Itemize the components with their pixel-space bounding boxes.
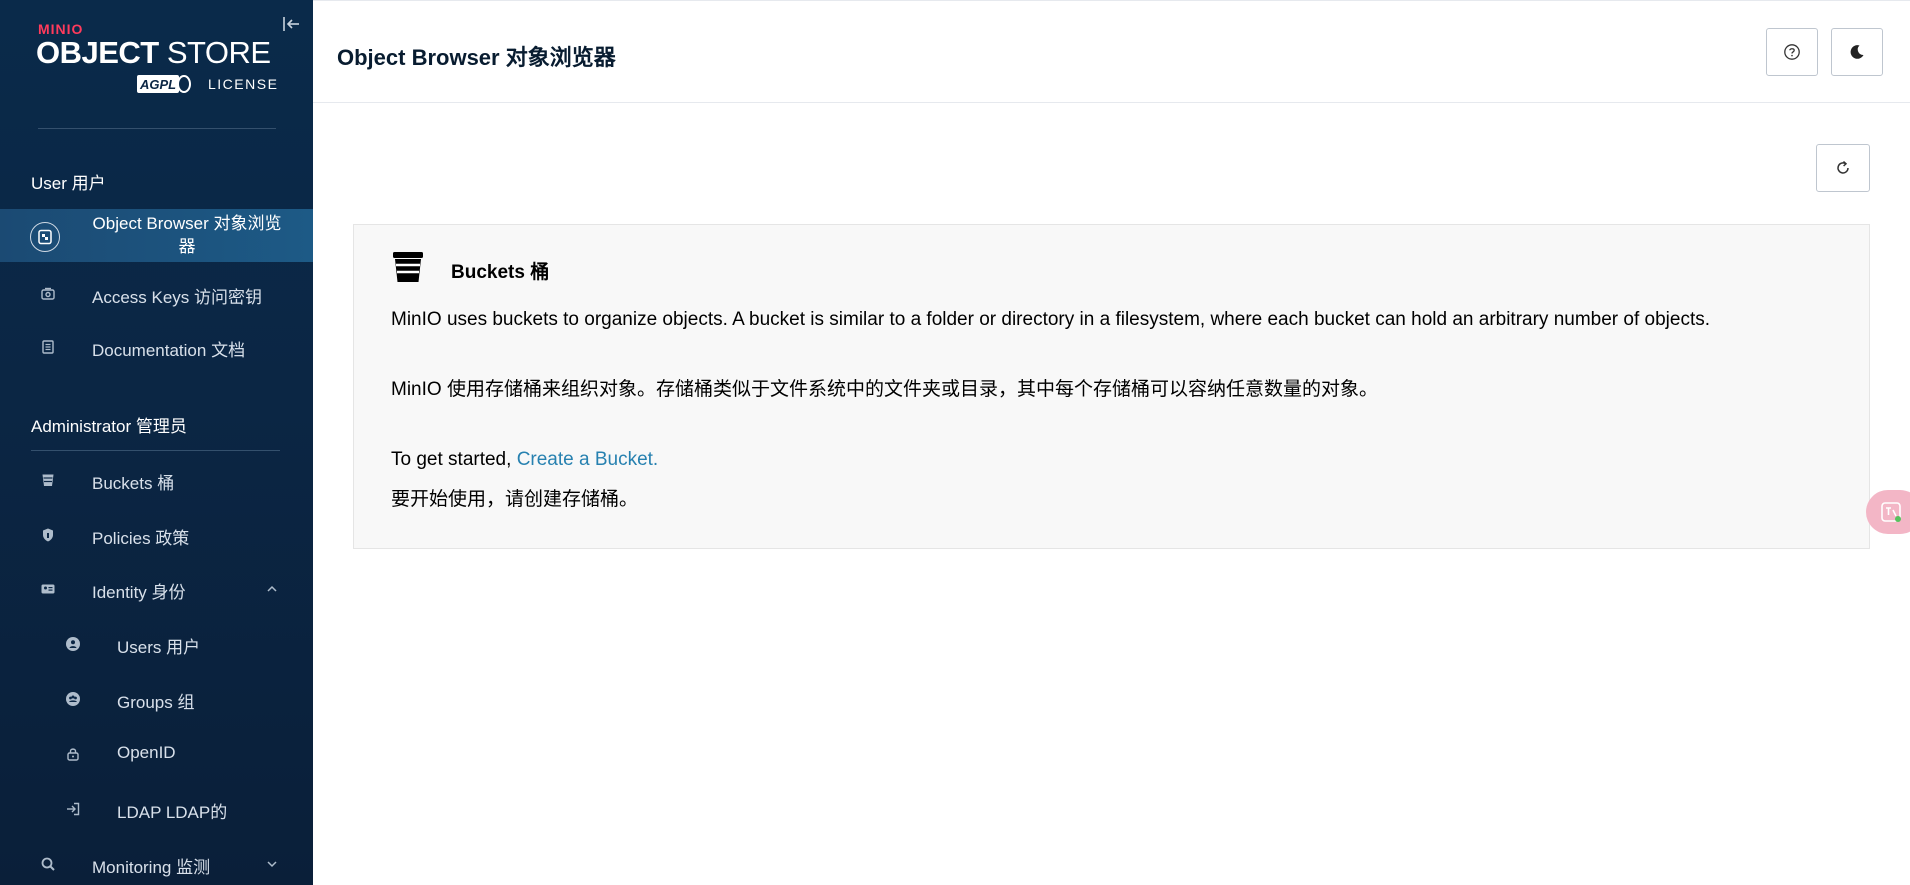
- theme-toggle-button[interactable]: [1831, 28, 1883, 76]
- moon-icon: [1850, 45, 1864, 59]
- identity-card-icon: [36, 577, 60, 601]
- openid-lock-icon: [61, 742, 85, 766]
- card-description-en: MinIO uses buckets to organize objects. …: [391, 309, 1711, 330]
- sidebar-item-identity[interactable]: Identity 身份: [0, 572, 313, 606]
- help-circle-icon: [1784, 44, 1800, 60]
- buckets-info-card: Buckets 桶 MinIO uses buckets to organize…: [353, 224, 1870, 549]
- logo-brand-main: OBJECT STORE: [36, 37, 271, 68]
- bucket-icon: [391, 250, 425, 284]
- sidebar-item-label: Users 用户: [117, 638, 201, 657]
- page-title: Object Browser 对象浏览器: [337, 45, 616, 70]
- app-window: MINIO OBJECT STORE AGPL LICENSE User 用户 …: [0, 0, 1910, 885]
- get-started-line: To get started, Create a Bucket.: [391, 445, 658, 475]
- get-started-prefix: To get started,: [391, 449, 517, 470]
- access-keys-icon: [36, 282, 60, 306]
- sidebar-item-label: Policies 政策: [92, 529, 190, 548]
- admin-section-title: Administrator 管理员: [31, 417, 187, 436]
- sidebar-item-label: Groups 组: [117, 693, 195, 712]
- sidebar-item-label: Access Keys 访问密钥: [92, 288, 263, 307]
- help-button[interactable]: [1766, 28, 1818, 76]
- card-description-zh: MinIO 使用存储桶来组织对象。存储桶类似于文件系统中的文件夹或目录，其中每个…: [391, 379, 1378, 400]
- ldap-login-icon: [61, 797, 85, 821]
- sidebar-item-access-keys[interactable]: Access Keys 访问密钥: [0, 277, 313, 311]
- sidebar-item-object-browser[interactable]: Object Browser 对象浏览器: [0, 209, 313, 262]
- sidebar-item-label: Documentation 文档: [92, 341, 246, 360]
- sidebar-item-label: LDAP LDAP的: [117, 803, 228, 822]
- sidebar-item-openid[interactable]: OpenID: [0, 737, 313, 771]
- bucket-icon: [36, 468, 60, 492]
- sidebar-item-label: OpenID: [117, 743, 176, 762]
- create-bucket-link[interactable]: Create a Bucket.: [517, 449, 659, 470]
- sidebar-item-monitoring[interactable]: Monitoring 监测: [0, 847, 313, 881]
- page-header: Object Browser 对象浏览器: [313, 0, 1910, 103]
- refresh-button[interactable]: [1816, 144, 1870, 192]
- policy-shield-icon: [36, 523, 60, 547]
- groups-icon: [61, 687, 85, 711]
- sidebar-item-label: Monitoring 监测: [92, 858, 211, 877]
- sidebar-item-label: Object Browser 对象浏览器: [92, 214, 282, 256]
- sidebar: MINIO OBJECT STORE AGPL LICENSE User 用户 …: [0, 0, 313, 885]
- main-content: Object Browser 对象浏览器 Buckets 桶 MinIO use…: [313, 0, 1910, 885]
- chevron-down-icon[interactable]: [265, 857, 279, 871]
- svg-text:AGPL: AGPL: [139, 77, 176, 92]
- object-browser-icon: [30, 222, 60, 252]
- minio-logo[interactable]: MINIO OBJECT STORE AGPL LICENSE: [36, 20, 281, 96]
- logo-license-label: LICENSE: [208, 76, 279, 92]
- sidebar-item-documentation[interactable]: Documentation 文档: [0, 330, 313, 364]
- translate-floating-button[interactable]: [1866, 490, 1910, 534]
- logo-main-thin: STORE: [166, 35, 271, 70]
- chevron-up-icon[interactable]: [265, 582, 279, 596]
- user-section-title: User 用户: [31, 174, 106, 193]
- refresh-icon: [1837, 160, 1849, 174]
- sidebar-item-groups[interactable]: Groups 组: [0, 682, 313, 716]
- logo-main-bold: OBJECT: [36, 35, 159, 70]
- get-started-zh: 要开始使用，请创建存储桶。: [391, 489, 639, 510]
- sidebar-item-label: Identity 身份: [92, 583, 186, 602]
- agpl-badge-icon: AGPL: [137, 75, 191, 93]
- collapse-sidebar-icon[interactable]: [280, 13, 302, 35]
- documentation-icon: [36, 335, 60, 359]
- admin-section-divider: [31, 450, 280, 451]
- sidebar-item-users[interactable]: Users 用户: [0, 627, 313, 661]
- sidebar-item-policies[interactable]: Policies 政策: [0, 518, 313, 552]
- sidebar-item-buckets[interactable]: Buckets 桶: [0, 463, 313, 497]
- sidebar-item-ldap[interactable]: LDAP LDAP的: [0, 792, 313, 826]
- sidebar-item-label: Buckets 桶: [92, 474, 175, 493]
- card-title: Buckets 桶: [451, 262, 550, 283]
- user-icon: [61, 632, 85, 656]
- translate-icon: [1881, 502, 1901, 522]
- monitoring-search-icon: [36, 852, 60, 876]
- logo-divider: [38, 128, 276, 129]
